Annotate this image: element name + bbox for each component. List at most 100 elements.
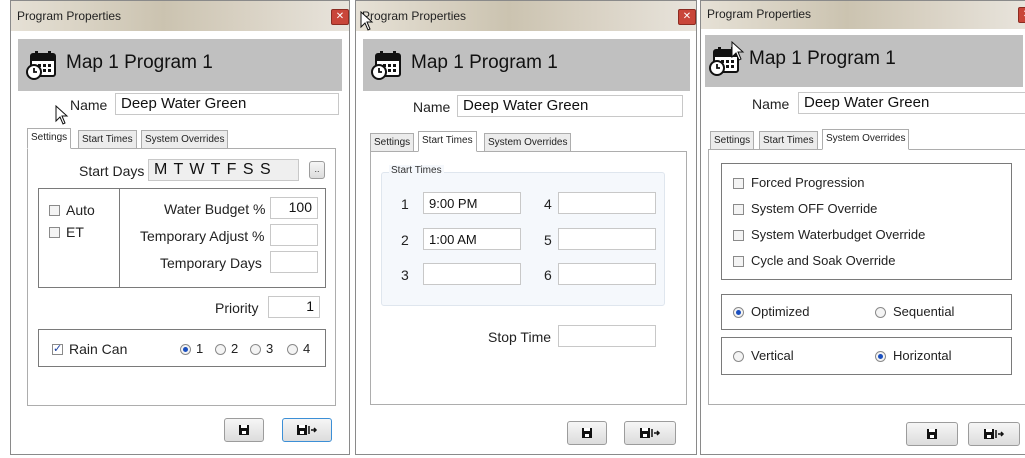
save-exit-icon — [640, 428, 661, 438]
rain-option-4-radio[interactable] — [287, 344, 298, 355]
settings-panel: Start Days M T W T F S S .. Auto ET Wate… — [27, 148, 336, 406]
start-time-5-index: 5 — [544, 232, 552, 248]
title-bar[interactable]: Program Properties ✕ — [11, 1, 349, 31]
start-times-legend: Start Times — [389, 165, 444, 176]
rain-option-2-radio[interactable] — [215, 344, 226, 355]
rain-option-1-radio[interactable] — [180, 344, 191, 355]
title-bar[interactable]: Program Properties ✕ — [356, 1, 696, 31]
start-time-2-index: 2 — [401, 232, 409, 248]
program-header: Map 1 Program 1 — [18, 39, 342, 91]
forced-progression-checkbox[interactable] — [733, 178, 744, 189]
program-header: Map 1 Program 1 — [363, 39, 690, 91]
system-overrides-panel: Forced Progression System OFF Override S… — [708, 149, 1025, 405]
tab-settings[interactable]: Settings — [27, 128, 72, 149]
system-off-override-checkbox[interactable] — [733, 204, 744, 215]
horizontal-label: Horizontal — [893, 348, 952, 363]
close-button[interactable]: ✕ — [331, 9, 349, 25]
tab-start-times[interactable]: Start Times — [78, 130, 137, 149]
rain-option-3-label: 3 — [266, 341, 274, 356]
title-bar[interactable]: Program Properties ✕ — [701, 1, 1025, 29]
save-button[interactable] — [567, 421, 607, 445]
save-exit-icon — [297, 425, 318, 435]
auto-label: Auto — [66, 202, 95, 218]
temporary-adjust-label: Temporary Adjust % — [140, 228, 265, 244]
tab-system-overrides[interactable]: System Overrides — [141, 130, 229, 149]
save-button[interactable] — [906, 422, 958, 446]
sequential-radio[interactable] — [875, 307, 886, 318]
program-title: Map 1 Program 1 — [66, 52, 213, 73]
cycle-and-soak-override-label: Cycle and Soak Override — [751, 253, 896, 268]
tab-system-overrides[interactable]: System Overrides — [484, 133, 572, 152]
water-budget-label: Water Budget % — [164, 201, 266, 217]
auto-checkbox[interactable] — [49, 205, 60, 216]
budget-group-divider — [119, 188, 120, 288]
save-and-exit-button[interactable] — [282, 418, 332, 442]
tab-start-times[interactable]: Start Times — [418, 131, 477, 152]
tab-settings[interactable]: Settings — [710, 131, 755, 150]
program-title: Map 1 Program 1 — [411, 52, 558, 73]
start-time-3-index: 3 — [401, 267, 409, 283]
program-title: Map 1 Program 1 — [749, 48, 896, 69]
start-days-label: Start Days — [79, 163, 145, 179]
tab-settings[interactable]: Settings — [370, 133, 415, 152]
stop-time-field[interactable] — [558, 325, 656, 347]
temporary-days-label: Temporary Days — [160, 255, 262, 271]
start-time-1-field[interactable]: 9:00 PM — [423, 192, 521, 214]
orientation-group: Vertical Horizontal — [721, 337, 1012, 375]
window-title: Program Properties — [707, 7, 812, 21]
start-time-1-index: 1 — [401, 196, 409, 212]
save-button[interactable] — [224, 418, 264, 442]
calendar-clock-icon — [26, 51, 56, 80]
cycle-and-soak-override-checkbox[interactable] — [733, 256, 744, 267]
priority-field[interactable]: 1 — [268, 296, 320, 318]
horizontal-radio[interactable] — [875, 351, 886, 362]
optimized-radio[interactable] — [733, 307, 744, 318]
temporary-days-field[interactable] — [270, 251, 318, 273]
system-waterbudget-override-label: System Waterbudget Override — [751, 227, 926, 242]
save-and-exit-button[interactable] — [968, 422, 1020, 446]
tab-system-overrides[interactable]: System Overrides — [822, 129, 910, 150]
name-label: Name — [70, 97, 108, 113]
start-time-6-index: 6 — [544, 267, 552, 283]
start-times-panel: Start Times 1 9:00 PM 2 1:00 AM 3 4 5 6 … — [370, 151, 687, 405]
save-and-exit-button[interactable] — [624, 421, 676, 445]
start-time-5-field[interactable] — [558, 228, 656, 250]
save-icon — [582, 428, 592, 438]
vertical-radio[interactable] — [733, 351, 744, 362]
rain-can-label: Rain Can — [69, 341, 128, 357]
start-time-2-field[interactable]: 1:00 AM — [423, 228, 521, 250]
start-days-picker-button[interactable]: .. — [309, 161, 325, 179]
tab-start-times[interactable]: Start Times — [759, 131, 818, 150]
program-properties-window-start-times: Program Properties ✕ Map 1 Program 1 Nam… — [355, 0, 697, 455]
program-header: Map 1 Program 1 — [705, 35, 1023, 87]
close-button[interactable]: ✕ — [678, 9, 696, 25]
mouse-pointer-icon — [731, 41, 745, 61]
sequential-label: Sequential — [893, 304, 955, 319]
rain-option-1-label: 1 — [196, 341, 204, 356]
start-time-4-field[interactable] — [558, 192, 656, 214]
system-off-override-label: System OFF Override — [751, 201, 878, 216]
vertical-label: Vertical — [751, 348, 794, 363]
program-properties-window-system-overrides: Program Properties ✕ Map 1 Program 1 Nam… — [700, 0, 1025, 455]
start-days-field[interactable]: M T W T F S S — [148, 159, 299, 181]
name-label: Name — [752, 96, 790, 112]
close-button[interactable]: ✕ — [1018, 7, 1025, 23]
start-time-3-field[interactable] — [423, 263, 521, 285]
forced-progression-label: Forced Progression — [751, 175, 865, 190]
system-waterbudget-override-checkbox[interactable] — [733, 230, 744, 241]
et-checkbox[interactable] — [49, 227, 60, 238]
save-icon — [239, 425, 249, 435]
priority-label: Priority — [215, 300, 259, 316]
water-budget-field[interactable]: 100 — [270, 197, 318, 219]
rain-can-group: Rain Can 1 2 3 4 — [38, 329, 326, 367]
name-field[interactable]: Deep Water Green — [115, 93, 339, 115]
stop-time-label: Stop Time — [488, 329, 552, 345]
temporary-adjust-field[interactable] — [270, 224, 318, 246]
name-field[interactable]: Deep Water Green — [798, 92, 1025, 114]
rain-option-4-label: 4 — [303, 341, 311, 356]
rain-option-3-radio[interactable] — [250, 344, 261, 355]
rain-can-checkbox[interactable] — [52, 342, 63, 355]
mouse-pointer-icon — [360, 11, 374, 31]
start-time-6-field[interactable] — [558, 263, 656, 285]
name-field[interactable]: Deep Water Green — [457, 95, 683, 117]
